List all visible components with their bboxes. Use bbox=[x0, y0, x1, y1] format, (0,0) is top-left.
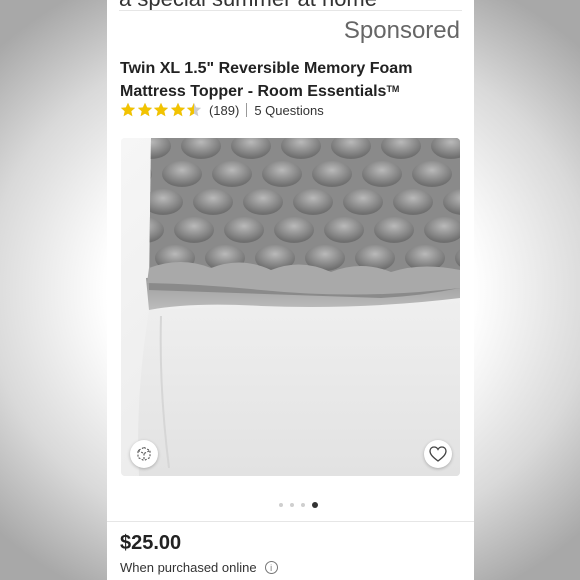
star-icon bbox=[137, 102, 153, 118]
heart-icon bbox=[429, 446, 447, 462]
questions-link[interactable]: 5 Questions bbox=[254, 103, 323, 118]
divider bbox=[107, 521, 474, 522]
product-image[interactable] bbox=[121, 138, 460, 476]
view-3d-button[interactable] bbox=[130, 440, 158, 468]
trademark: TM bbox=[386, 84, 400, 94]
carousel-dot[interactable] bbox=[312, 502, 318, 508]
star-rating bbox=[120, 102, 203, 118]
review-count[interactable]: (189) bbox=[209, 103, 239, 118]
star-icon bbox=[120, 102, 136, 118]
carousel-dot[interactable] bbox=[301, 503, 305, 507]
product-title-text: Twin XL 1.5" Reversible Memory Foam Matt… bbox=[120, 60, 413, 100]
purchase-note: When purchased online bbox=[120, 560, 257, 575]
star-icon bbox=[186, 102, 202, 118]
rating-row[interactable]: (189) 5 Questions bbox=[120, 101, 324, 119]
product-title[interactable]: Twin XL 1.5" Reversible Memory Foam Matt… bbox=[120, 59, 450, 102]
image-carousel-dots[interactable] bbox=[107, 502, 474, 508]
carousel-dot[interactable] bbox=[279, 503, 283, 507]
price: $25.00 bbox=[120, 532, 182, 554]
mattress-topper-image bbox=[121, 138, 460, 476]
favorite-button[interactable] bbox=[424, 440, 452, 468]
info-icon[interactable]: i bbox=[264, 561, 278, 574]
star-icon bbox=[170, 102, 186, 118]
divider bbox=[119, 10, 462, 11]
product-card: a special summer at home Sponsored Twin … bbox=[107, 0, 474, 580]
3d-view-icon bbox=[137, 446, 151, 462]
sponsored-label: Sponsored bbox=[343, 17, 460, 44]
purchase-note-row: When purchased online i bbox=[120, 560, 278, 575]
star-icon bbox=[153, 102, 169, 118]
carousel-dot[interactable] bbox=[290, 503, 294, 507]
rating-divider bbox=[246, 103, 248, 117]
